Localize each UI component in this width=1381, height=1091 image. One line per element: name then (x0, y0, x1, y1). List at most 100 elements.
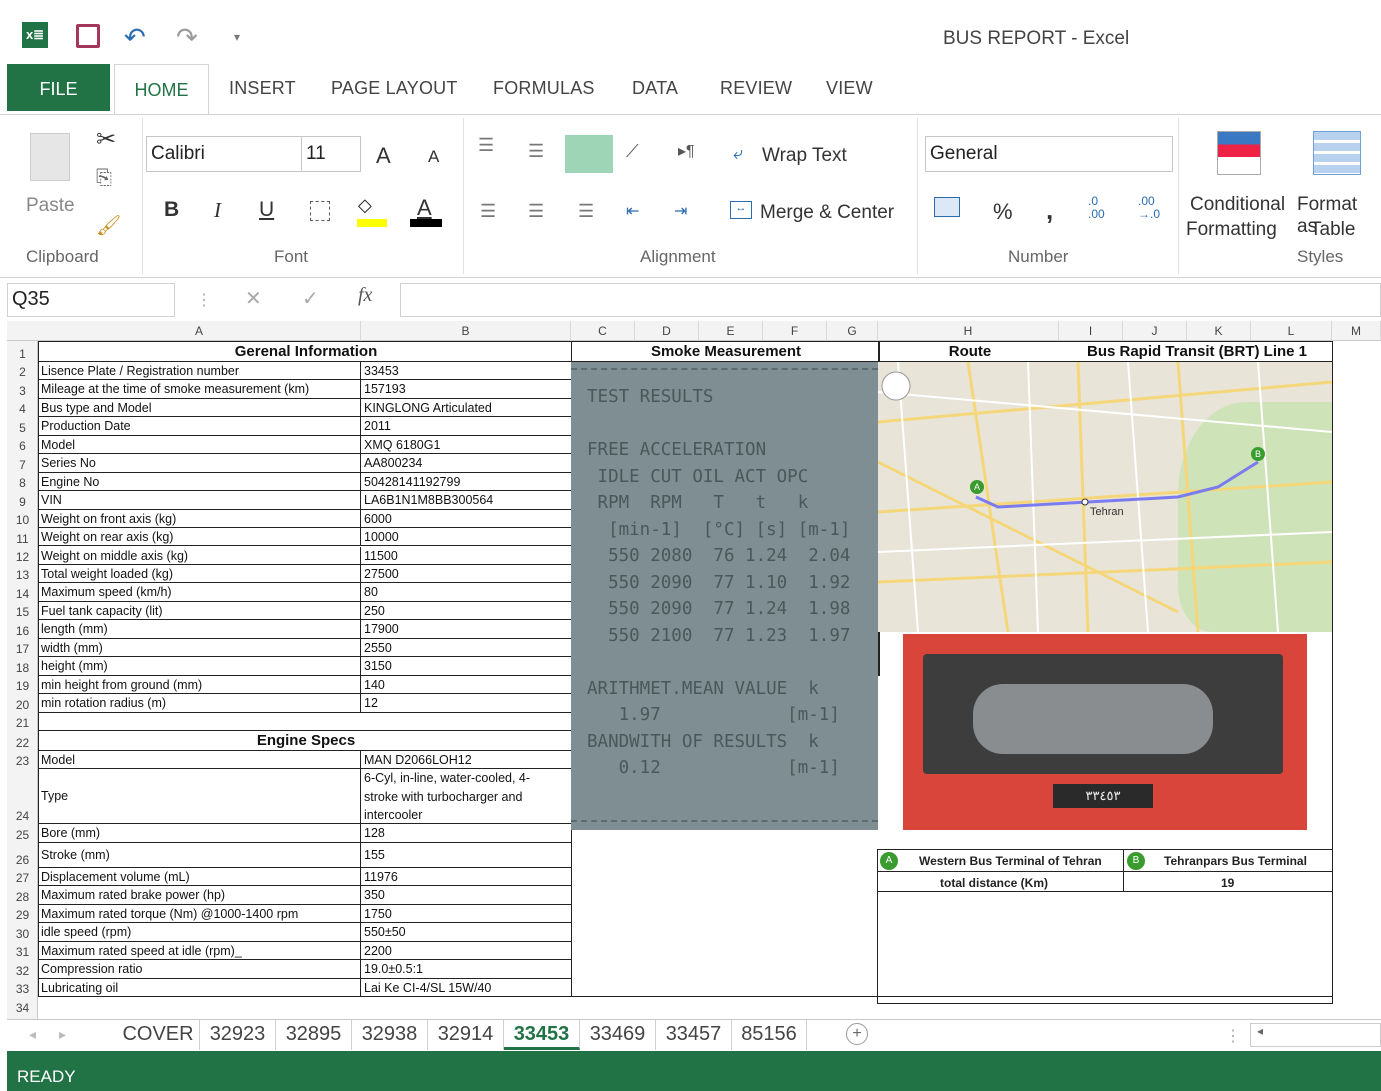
engine-value[interactable]: 128 (361, 824, 571, 843)
engine-value[interactable]: 550±50 (361, 923, 571, 942)
name-box[interactable]: Q35 (7, 283, 175, 317)
engine-value[interactable]: 350 (361, 886, 571, 905)
column-header-K[interactable]: K (1187, 321, 1251, 341)
increase-indent-icon[interactable]: ⇥ (674, 201, 687, 221)
copy-icon[interactable]: ⎘ (96, 167, 112, 190)
general-value[interactable]: 50428141192799 (361, 473, 571, 492)
tab-review[interactable]: REVIEW (720, 78, 792, 99)
general-value[interactable]: 33453 (361, 362, 571, 381)
general-value[interactable]: 140 (361, 676, 571, 695)
row-header[interactable]: 7 (7, 458, 38, 472)
italic-button[interactable]: I (214, 198, 221, 223)
general-label[interactable]: VIN (38, 491, 361, 510)
insert-function-button[interactable]: fx (358, 284, 372, 307)
tab-splitter-icon[interactable]: ⋮ (1225, 1026, 1241, 1046)
column-header-B[interactable]: B (361, 321, 571, 341)
sheet-tab-85156[interactable]: 85156 (732, 1020, 807, 1050)
format-as-table-icon[interactable] (1313, 131, 1361, 175)
general-label[interactable]: Weight on front axis (kg) (38, 509, 361, 529)
cut-icon[interactable]: ✂ (96, 125, 116, 154)
engine-label[interactable]: Maximum rated brake power (hp) (38, 886, 361, 905)
engine-label[interactable]: Model (38, 751, 361, 770)
sheet-tab-33453[interactable]: 33453 (504, 1020, 580, 1050)
tab-home[interactable]: HOME (114, 64, 209, 115)
row-header[interactable]: 33 (7, 982, 38, 996)
row-header[interactable]: 6 (7, 439, 38, 453)
sheet-tab-32923[interactable]: 32923 (200, 1020, 276, 1050)
formula-input[interactable] (400, 283, 1381, 317)
row-header[interactable]: 14 (7, 587, 38, 601)
general-value[interactable]: 2011 (361, 417, 571, 436)
row-header[interactable]: 26 (7, 853, 38, 867)
engine-label[interactable]: Stroke (mm) (38, 842, 361, 868)
row-header[interactable]: 16 (7, 624, 38, 638)
row-header[interactable]: 32 (7, 964, 38, 978)
row-header[interactable]: 21 (7, 716, 38, 730)
general-label[interactable]: Mileage at the time of smoke measurement… (38, 380, 361, 399)
general-label[interactable]: Total weight loaded (kg) (38, 564, 361, 584)
row-header[interactable]: 23 (7, 754, 38, 768)
row-header[interactable]: 13 (7, 568, 38, 582)
align-right-icon[interactable]: ☰ (578, 201, 594, 222)
engine-label[interactable]: Maximum rated torque (Nm) @1000-1400 rpm (38, 904, 361, 924)
wrap-text-button[interactable]: Wrap Text (762, 145, 847, 167)
row-header[interactable]: 30 (7, 927, 38, 941)
general-value[interactable]: 10000 (361, 528, 571, 547)
general-value[interactable]: 250 (361, 602, 571, 621)
row-header[interactable]: 11 (7, 532, 38, 546)
general-value[interactable]: 80 (361, 583, 571, 602)
row-header[interactable]: 8 (7, 476, 38, 490)
row-header[interactable]: 20 (7, 698, 38, 712)
new-sheet-button[interactable]: + (846, 1023, 868, 1045)
row-header[interactable]: 29 (7, 908, 38, 922)
engine-value[interactable]: 2200 (361, 942, 571, 961)
row-header[interactable]: 9 (7, 495, 38, 509)
column-header-A[interactable]: A (38, 321, 361, 341)
shrink-font-button[interactable]: A (428, 147, 439, 167)
comma-style-button[interactable]: , (1046, 195, 1053, 226)
general-value[interactable]: 12 (361, 694, 571, 713)
align-bottom-button[interactable] (565, 135, 613, 173)
enter-icon[interactable]: ✓ (302, 286, 319, 311)
general-value[interactable]: AA800234 (361, 454, 571, 473)
row-header[interactable]: 27 (7, 871, 38, 885)
general-label[interactable]: Bus type and Model (38, 398, 361, 418)
row-header[interactable]: 24 (7, 809, 38, 823)
row-header[interactable]: 34 (7, 1001, 38, 1015)
save-icon[interactable] (76, 24, 100, 48)
sheet-tab-32938[interactable]: 32938 (352, 1020, 428, 1050)
engine-label[interactable]: Type (38, 769, 361, 825)
engine-label[interactable]: Compression ratio (38, 960, 361, 979)
format-as-table-label-2[interactable]: Table (1310, 219, 1355, 241)
sheet-tab-COVER[interactable]: COVER (117, 1020, 200, 1050)
engine-type-value[interactable]: 6-Cyl, in-line, water-cooled, 4- stroke w… (361, 769, 571, 825)
sheet-tab-33457[interactable]: 33457 (656, 1020, 732, 1050)
column-header-F[interactable]: F (763, 321, 827, 341)
general-value[interactable]: 157193 (361, 380, 571, 399)
engine-label[interactable]: idle speed (rpm) (38, 923, 361, 942)
brt-line-title[interactable]: Bus Rapid Transit (BRT) Line 1 (1059, 341, 1332, 362)
column-header-L[interactable]: L (1251, 321, 1332, 341)
scroll-right-icon[interactable]: ▸ (59, 1026, 66, 1043)
general-label[interactable]: Model (38, 435, 361, 455)
row-header[interactable]: 19 (7, 679, 38, 693)
redo-icon[interactable]: ↷ (176, 24, 198, 50)
scroll-left-icon[interactable]: ◂ (29, 1026, 36, 1043)
engine-label[interactable]: Bore (mm) (38, 824, 361, 843)
column-header-M[interactable]: M (1332, 321, 1381, 341)
row-header[interactable]: 28 (7, 890, 38, 904)
row-header[interactable]: 3 (7, 384, 38, 398)
tab-insert[interactable]: INSERT (229, 78, 296, 99)
row-header[interactable]: 2 (7, 365, 38, 379)
decrease-indent-icon[interactable]: ⇤ (626, 201, 639, 221)
row-header[interactable]: 1 (7, 347, 38, 361)
merge-center-button[interactable]: Merge & Center (760, 202, 894, 224)
general-value[interactable]: 11500 (361, 547, 571, 565)
accounting-format-icon[interactable] (934, 197, 960, 217)
engine-value[interactable]: MAN D2066LOH12 (361, 751, 571, 770)
general-value[interactable]: 17900 (361, 620, 571, 639)
route-title[interactable]: Route (878, 341, 1059, 362)
row-header[interactable]: 4 (7, 402, 38, 416)
underline-button[interactable]: U (259, 198, 274, 222)
bold-button[interactable]: B (164, 198, 179, 222)
